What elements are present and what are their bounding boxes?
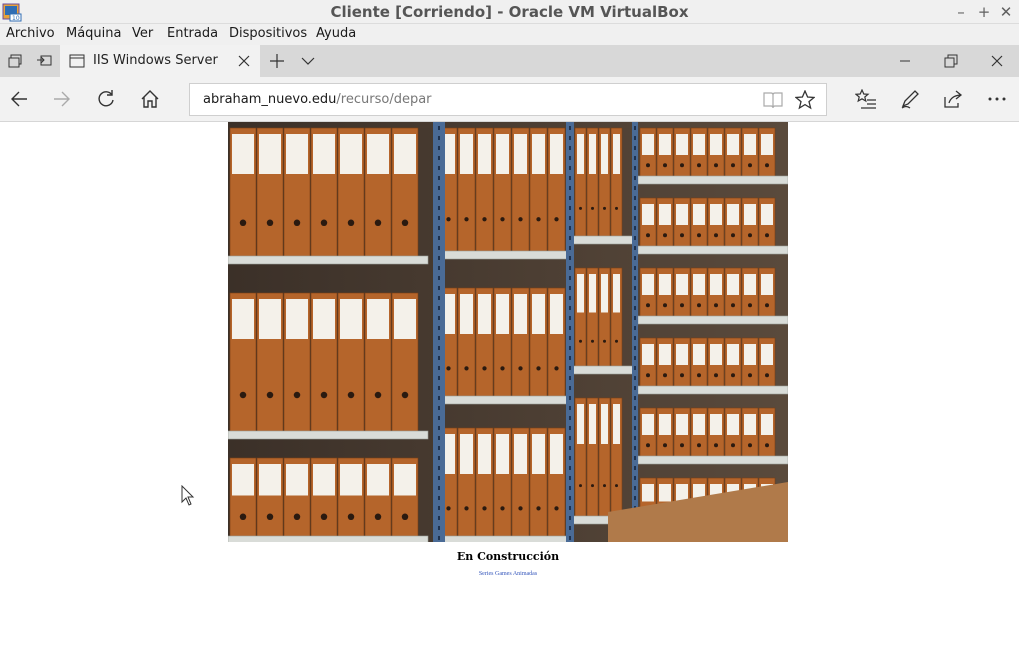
- url-path: /recurso/depar: [336, 92, 432, 107]
- vbox-menubar: Archivo Máquina Ver Entrada Dispositivos…: [0, 24, 1019, 45]
- archive-shelves-photo: [228, 122, 788, 542]
- share-icon: [944, 90, 963, 108]
- more-button[interactable]: [982, 85, 1012, 113]
- minimize-icon: [900, 60, 910, 62]
- tab-strip: IIS Windows Server: [0, 45, 1019, 77]
- tab-preview-icon: [8, 54, 22, 68]
- vbox-titlebar: 10 Cliente [Corriendo] - Oracle VM Virtu…: [0, 0, 1019, 24]
- new-tab-icon: [270, 54, 284, 68]
- share-button[interactable]: [938, 85, 968, 113]
- forward-button[interactable]: [47, 85, 77, 113]
- close-icon: [991, 55, 1003, 67]
- tab-preview-button[interactable]: [0, 45, 30, 77]
- url-text: abraham_nuevo.edu/recurso/depar: [203, 92, 432, 107]
- browser-restore-button[interactable]: [936, 45, 966, 77]
- page-subtitle-link[interactable]: Series Games Animadas: [228, 571, 788, 577]
- refresh-icon: [98, 90, 114, 107]
- new-tab-button[interactable]: [262, 45, 292, 77]
- tab-title: IIS Windows Server: [93, 53, 218, 68]
- menu-ver[interactable]: Ver: [132, 26, 153, 41]
- set-aside-tabs-button[interactable]: [29, 45, 59, 77]
- browser-minimize-button[interactable]: [890, 45, 920, 77]
- mouse-cursor-icon: [181, 485, 195, 506]
- refresh-button[interactable]: [91, 85, 121, 113]
- tab-list-button[interactable]: [293, 45, 323, 77]
- navigation-bar: abraham_nuevo.edu/recurso/depar: [0, 77, 1019, 122]
- vbox-maximize-button[interactable]: +: [974, 2, 994, 22]
- address-bar[interactable]: abraham_nuevo.edu/recurso/depar: [189, 83, 827, 116]
- menu-archivo[interactable]: Archivo: [6, 26, 55, 41]
- favorites-hub-icon: [855, 89, 876, 109]
- menu-entrada[interactable]: Entrada: [167, 26, 218, 41]
- favorite-star-icon[interactable]: [795, 90, 815, 110]
- menu-maquina[interactable]: Máquina: [66, 26, 122, 41]
- menu-ayuda[interactable]: Ayuda: [316, 26, 356, 41]
- forward-arrow-icon: [54, 91, 70, 107]
- web-note-icon: [901, 90, 919, 109]
- home-button[interactable]: [135, 85, 165, 113]
- back-arrow-icon: [11, 91, 27, 107]
- tab-close-icon[interactable]: [236, 53, 252, 69]
- favorites-hub-button[interactable]: [851, 85, 881, 113]
- window-title: Cliente [Corriendo] - Oracle VM VirtualB…: [330, 3, 689, 21]
- browser-close-button[interactable]: [982, 45, 1012, 77]
- restore-icon: [944, 54, 958, 68]
- vbox-minimize-button[interactable]: –: [951, 2, 971, 22]
- tab-iis-windows-server[interactable]: IIS Windows Server: [60, 45, 260, 77]
- menu-dispositivos[interactable]: Dispositivos: [229, 26, 307, 41]
- reading-view-icon[interactable]: [763, 91, 783, 109]
- tab-list-chevron-icon: [301, 57, 315, 65]
- set-aside-tabs-icon: [37, 55, 52, 66]
- vbox-close-button[interactable]: ✕: [996, 2, 1016, 22]
- web-note-button[interactable]: [895, 85, 925, 113]
- home-icon: [141, 90, 159, 108]
- url-host: abraham_nuevo.edu: [203, 92, 337, 107]
- back-button[interactable]: [4, 85, 34, 113]
- page-heading: En Construcción: [456, 550, 560, 563]
- web-page: En Construcción Series Games Animadas: [0, 122, 1019, 662]
- more-dots-icon: [988, 97, 1006, 101]
- page-icon: [69, 54, 85, 68]
